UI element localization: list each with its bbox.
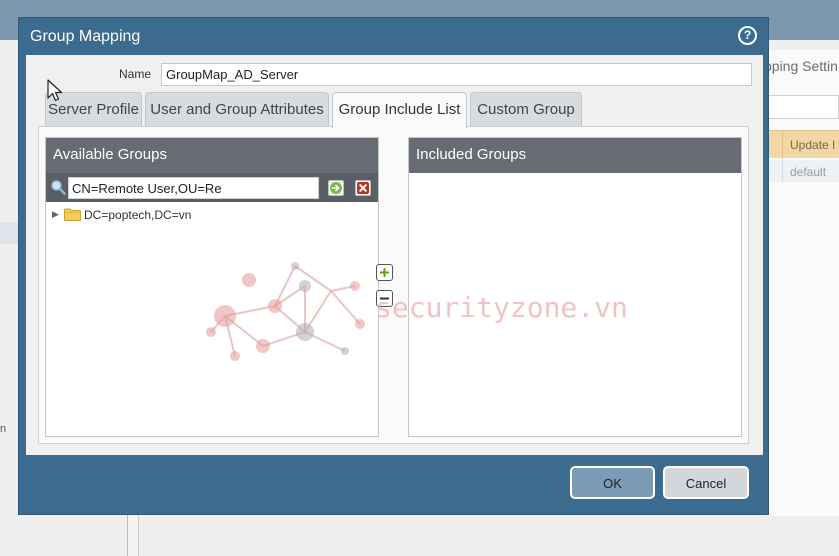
background-right-panel <box>760 50 839 516</box>
add-group-button[interactable] <box>376 264 393 281</box>
included-groups-title: Included Groups <box>409 138 741 173</box>
tree-item-label: DC=poptech,DC=vn <box>84 207 192 222</box>
clear-x-icon <box>357 182 369 194</box>
name-label: Name <box>119 67 152 81</box>
expand-arrow-icon[interactable]: ▶ <box>52 209 62 220</box>
available-groups-title: Available Groups <box>46 138 378 173</box>
search-input[interactable] <box>68 177 319 199</box>
background-table-header-label: Update I <box>790 138 836 152</box>
sidebar-selected-item[interactable] <box>0 222 18 244</box>
background-table-header: Update I <box>768 130 839 159</box>
tab-user-and-group-attributes[interactable]: User and Group Attributes <box>145 92 329 127</box>
background-table-cell: default <box>790 165 827 179</box>
search-clear-button[interactable] <box>355 180 371 196</box>
background-divider <box>127 515 139 556</box>
tree-item-domain[interactable]: ▶ DC=poptech,DC=vn <box>52 207 191 225</box>
tab-group-include-list[interactable]: Group Include List <box>332 92 467 128</box>
search-go-button[interactable] <box>328 180 344 196</box>
cancel-button[interactable]: Cancel <box>663 466 749 499</box>
name-input[interactable] <box>161 63 752 86</box>
available-groups-panel: Available Groups CN=Remote User,OU=Re ▶ … <box>45 137 379 437</box>
plus-icon <box>380 268 389 277</box>
remove-group-button[interactable] <box>376 290 393 307</box>
arrow-right-icon <box>330 182 342 194</box>
background-left-text: n <box>0 423 7 435</box>
background-filter-input[interactable] <box>768 95 839 119</box>
included-groups-panel: Included Groups <box>408 137 742 437</box>
tab-custom-group[interactable]: Custom Group <box>470 92 582 127</box>
ok-button[interactable]: OK <box>570 466 655 499</box>
group-include-list-content: Available Groups CN=Remote User,OU=Re ▶ … <box>38 126 749 444</box>
dialog-body: Name Server Profile User and Group Attri… <box>26 55 763 455</box>
background-table-row[interactable]: default <box>768 160 839 182</box>
minus-icon <box>380 297 389 300</box>
background-right-title: pping Settin <box>764 58 838 74</box>
search-icon <box>51 180 66 195</box>
tab-server-profile[interactable]: Server Profile <box>45 92 142 127</box>
folder-icon <box>64 208 81 222</box>
search-bar <box>46 173 378 202</box>
dialog-title: Group Mapping <box>30 28 141 45</box>
group-mapping-dialog: Group Mapping ? Name Server Profile User… <box>18 17 769 515</box>
question-mark-icon[interactable]: ? <box>738 26 757 45</box>
